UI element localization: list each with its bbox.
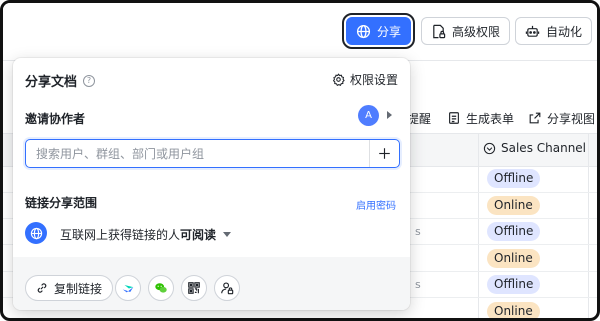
share-button-label: 分享 xyxy=(377,24,402,39)
share-view-icon xyxy=(529,112,541,124)
share-view-label: 分享视图 xyxy=(547,111,596,126)
sales-channel-tag[interactable]: Offline xyxy=(487,275,541,294)
automation-label: 自动化 xyxy=(546,24,583,39)
share-button[interactable]: 分享 xyxy=(341,13,416,49)
wechat-icon xyxy=(155,283,167,293)
link-scope-badge xyxy=(25,222,47,244)
generate-form-tool[interactable]: 生成表单 xyxy=(447,103,514,133)
permission-settings-button[interactable]: 权限设置 xyxy=(332,71,398,88)
user-lock-icon xyxy=(221,282,234,295)
help-icon[interactable]: ? xyxy=(83,74,96,87)
copy-link-label: 复制链接 xyxy=(54,281,103,296)
form-icon xyxy=(449,112,459,124)
sales-channel-tag[interactable]: Offline xyxy=(487,222,541,241)
advanced-permissions-label: 高级权限 xyxy=(452,24,501,39)
column-divider xyxy=(478,133,479,318)
gear-icon xyxy=(332,73,345,86)
permission-settings-label: 权限设置 xyxy=(349,73,398,87)
user-permission-button[interactable] xyxy=(214,275,240,301)
globe-icon xyxy=(30,227,42,239)
link-scope-text: 互联网上获得链接的人 xyxy=(60,228,181,242)
cell-fragment: s xyxy=(415,278,421,291)
chevron-down-icon xyxy=(223,232,232,237)
robot-icon xyxy=(525,25,540,37)
reminder-label: 提醒 xyxy=(407,111,432,126)
sales-channel-tag[interactable]: Online xyxy=(487,249,540,268)
sales-channel-tag[interactable]: Offline xyxy=(487,169,541,188)
enable-password-link[interactable]: 启用密码 xyxy=(356,197,396,212)
status-icon xyxy=(483,142,496,154)
globe-icon xyxy=(356,24,371,38)
avatar[interactable]: A xyxy=(358,105,379,126)
link-scope-dropdown[interactable]: 互联网上获得链接的人 可阅读 xyxy=(60,226,232,243)
link-icon xyxy=(37,283,47,293)
sales-channel-tag[interactable]: Online xyxy=(487,196,540,215)
top-toolbar: 分享 高级权限 自动化 xyxy=(3,3,597,61)
sales-channel-tag[interactable]: Online xyxy=(487,302,540,318)
plus-icon xyxy=(379,148,390,159)
share-to-lark-button[interactable] xyxy=(115,275,141,301)
share-to-wechat-button[interactable] xyxy=(148,275,174,301)
share-document-panel: 分享文档 ? 权限设置 邀请协作者 A 链接分享范围 启用密码 互联网上获得链接… xyxy=(13,58,410,310)
panel-title-text: 分享文档 xyxy=(25,75,78,90)
generate-form-label: 生成表单 xyxy=(466,111,515,126)
reminder-tool[interactable]: 提醒 xyxy=(407,103,431,133)
search-input[interactable] xyxy=(26,140,369,167)
invite-collaborators-label: 邀请协作者 xyxy=(25,112,86,126)
collaborator-search-box xyxy=(25,139,400,168)
panel-title: 分享文档 ? xyxy=(25,71,96,90)
document-lock-icon xyxy=(433,24,446,38)
copy-link-button[interactable]: 复制链接 xyxy=(25,275,114,301)
advanced-permissions-button[interactable]: 高级权限 xyxy=(421,17,511,45)
column-header-label: Sales Channel xyxy=(501,141,587,155)
window-frame: 分享 高级权限 自动化 提醒 生成表单 分享视图 Sales Channel O… xyxy=(0,0,600,321)
link-scope-permission: 可阅读 xyxy=(180,228,217,242)
add-collaborator-button[interactable] xyxy=(369,140,399,167)
link-share-scope-label: 链接分享范围 xyxy=(25,196,98,210)
cell-fragment: s xyxy=(415,225,421,238)
automation-button[interactable]: 自动化 xyxy=(515,17,593,45)
lark-icon xyxy=(122,284,134,293)
chevron-right-icon[interactable] xyxy=(387,111,392,119)
qr-code-button[interactable] xyxy=(181,275,207,301)
qrcode-icon xyxy=(188,282,200,294)
column-divider xyxy=(588,133,589,318)
share-view-tool[interactable]: 分享视图 xyxy=(528,103,595,133)
column-header-sales-channel[interactable]: Sales Channel xyxy=(483,141,586,155)
